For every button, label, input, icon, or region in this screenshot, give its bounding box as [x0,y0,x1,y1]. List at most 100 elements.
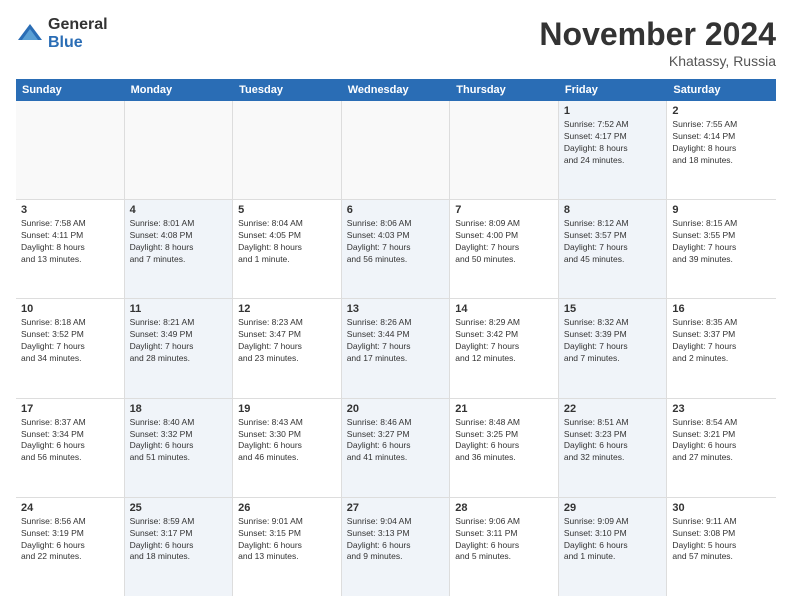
day-info: Sunrise: 8:48 AMSunset: 3:25 PMDaylight:… [455,417,553,465]
calendar-cell: 13 Sunrise: 8:26 AMSunset: 3:44 PMDayligh… [342,299,451,397]
calendar-cell [450,101,559,199]
calendar-week-3: 10Sunrise: 8:18 AMSunset: 3:52 PMDayligh… [16,299,776,398]
day-info: Sunrise: 8:46 AMSunset: 3:27 PMDaylight:… [347,417,445,465]
calendar-cell: 28 Sunrise: 9:06 AMSunset: 3:11 PMDayligh… [450,498,559,596]
calendar-cell: 1Sunrise: 7:52 AMSunset: 4:17 PMDaylight… [559,101,668,199]
calendar-cell: 12Sunrise: 8:23 AMSunset: 3:47 PMDayligh… [233,299,342,397]
logo: General Blue [16,16,108,51]
calendar-cell: 23Sunrise: 8:54 AMSunset: 3:21 PMDayligh… [667,399,776,497]
day-number: 21 [455,403,553,415]
logo-icon [16,20,44,48]
calendar-body: 1Sunrise: 7:52 AMSunset: 4:17 PMDaylight… [16,101,776,596]
calendar-cell: 19 Sunrise: 8:43 AMSunset: 3:30 PMDayligh… [233,399,342,497]
calendar-cell: 18 Sunrise: 8:40 AMSunset: 3:32 PMDayligh… [125,399,234,497]
day-info: Sunrise: 8:23 AMSunset: 3:47 PMDaylight:… [238,317,336,365]
calendar-cell: 26 Sunrise: 9:01 AMSunset: 3:15 PMDayligh… [233,498,342,596]
day-number: 4 [130,204,228,216]
day-info: Sunrise: 8:15 AMSunset: 3:55 PMDaylight:… [672,218,771,266]
calendar-cell: 27 Sunrise: 9:04 AMSunset: 3:13 PMDayligh… [342,498,451,596]
day-info: Sunrise: 9:04 AMSunset: 3:13 PMDaylight:… [347,516,445,564]
calendar-week-5: 24 Sunrise: 8:56 AMSunset: 3:19 PMDayligh… [16,498,776,596]
header-day-friday: Friday [559,79,668,101]
calendar-cell: 17Sunrise: 8:37 AMSunset: 3:34 PMDayligh… [16,399,125,497]
title-section: November 2024 Khatassy, Russia [539,16,776,69]
day-number: 11 [130,303,228,315]
calendar-cell: 9Sunrise: 8:15 AMSunset: 3:55 PMDaylight… [667,200,776,298]
header-day-thursday: Thursday [450,79,559,101]
logo-text: General Blue [48,16,108,51]
day-info: Sunrise: 7:58 AMSunset: 4:11 PMDaylight:… [21,218,119,266]
day-number: 18 [130,403,228,415]
day-number: 15 [564,303,662,315]
day-info: Sunrise: 7:55 AMSunset: 4:14 PMDaylight:… [672,119,771,167]
day-info: Sunrise: 8:59 AMSunset: 3:17 PMDaylight:… [130,516,228,564]
calendar-cell: 8 Sunrise: 8:12 AMSunset: 3:57 PMDaylight… [559,200,668,298]
header-day-wednesday: Wednesday [342,79,451,101]
calendar-cell: 10Sunrise: 8:18 AMSunset: 3:52 PMDayligh… [16,299,125,397]
location: Khatassy, Russia [539,53,776,69]
day-number: 3 [21,204,119,216]
calendar-cell [125,101,234,199]
calendar-cell: 7 Sunrise: 8:09 AMSunset: 4:00 PMDaylight… [450,200,559,298]
day-number: 22 [564,403,662,415]
day-number: 26 [238,502,336,514]
calendar-cell: 3 Sunrise: 7:58 AMSunset: 4:11 PMDaylight… [16,200,125,298]
day-number: 2 [672,105,771,117]
day-number: 23 [672,403,771,415]
day-number: 25 [130,502,228,514]
day-number: 27 [347,502,445,514]
calendar-cell: 25 Sunrise: 8:59 AMSunset: 3:17 PMDayligh… [125,498,234,596]
day-number: 6 [347,204,445,216]
calendar-cell [342,101,451,199]
calendar-cell: 14Sunrise: 8:29 AMSunset: 3:42 PMDayligh… [450,299,559,397]
day-info: Sunrise: 8:09 AMSunset: 4:00 PMDaylight:… [455,218,553,266]
day-info: Sunrise: 8:40 AMSunset: 3:32 PMDaylight:… [130,417,228,465]
day-number: 10 [21,303,119,315]
day-info: Sunrise: 8:06 AMSunset: 4:03 PMDaylight:… [347,218,445,266]
day-number: 8 [564,204,662,216]
calendar-cell: 11 Sunrise: 8:21 AMSunset: 3:49 PMDayligh… [125,299,234,397]
day-number: 24 [21,502,119,514]
day-info: Sunrise: 9:01 AMSunset: 3:15 PMDaylight:… [238,516,336,564]
day-number: 14 [455,303,553,315]
day-number: 29 [564,502,662,514]
day-info: Sunrise: 9:09 AMSunset: 3:10 PMDaylight:… [564,516,662,564]
day-info: Sunrise: 9:11 AMSunset: 3:08 PMDaylight:… [672,516,771,564]
day-info: Sunrise: 8:12 AMSunset: 3:57 PMDaylight:… [564,218,662,266]
header-day-saturday: Saturday [667,79,776,101]
calendar-cell [233,101,342,199]
calendar-week-1: 1Sunrise: 7:52 AMSunset: 4:17 PMDaylight… [16,101,776,200]
calendar: SundayMondayTuesdayWednesdayThursdayFrid… [16,79,776,596]
day-number: 7 [455,204,553,216]
calendar-cell: 24 Sunrise: 8:56 AMSunset: 3:19 PMDayligh… [16,498,125,596]
day-info: Sunrise: 7:52 AMSunset: 4:17 PMDaylight:… [564,119,662,167]
calendar-cell: 21 Sunrise: 8:48 AMSunset: 3:25 PMDayligh… [450,399,559,497]
day-info: Sunrise: 8:26 AMSunset: 3:44 PMDaylight:… [347,317,445,365]
day-info: Sunrise: 8:35 AMSunset: 3:37 PMDaylight:… [672,317,771,365]
day-info: Sunrise: 8:51 AMSunset: 3:23 PMDaylight:… [564,417,662,465]
calendar-cell: 2 Sunrise: 7:55 AMSunset: 4:14 PMDaylight… [667,101,776,199]
calendar-cell: 16Sunrise: 8:35 AMSunset: 3:37 PMDayligh… [667,299,776,397]
day-number: 28 [455,502,553,514]
calendar-week-4: 17Sunrise: 8:37 AMSunset: 3:34 PMDayligh… [16,399,776,498]
day-number: 5 [238,204,336,216]
day-info: Sunrise: 8:37 AMSunset: 3:34 PMDaylight:… [21,417,119,465]
calendar-cell: 20 Sunrise: 8:46 AMSunset: 3:27 PMDayligh… [342,399,451,497]
calendar-cell: 29 Sunrise: 9:09 AMSunset: 3:10 PMDayligh… [559,498,668,596]
day-info: Sunrise: 8:43 AMSunset: 3:30 PMDaylight:… [238,417,336,465]
day-info: Sunrise: 8:56 AMSunset: 3:19 PMDaylight:… [21,516,119,564]
calendar-cell: 30Sunrise: 9:11 AMSunset: 3:08 PMDayligh… [667,498,776,596]
day-info: Sunrise: 8:21 AMSunset: 3:49 PMDaylight:… [130,317,228,365]
month-title: November 2024 [539,16,776,53]
day-number: 19 [238,403,336,415]
day-number: 20 [347,403,445,415]
day-info: Sunrise: 9:06 AMSunset: 3:11 PMDaylight:… [455,516,553,564]
day-number: 13 [347,303,445,315]
calendar-cell: 5 Sunrise: 8:04 AMSunset: 4:05 PMDaylight… [233,200,342,298]
calendar-cell: 6 Sunrise: 8:06 AMSunset: 4:03 PMDaylight… [342,200,451,298]
day-info: Sunrise: 8:32 AMSunset: 3:39 PMDaylight:… [564,317,662,365]
header-day-tuesday: Tuesday [233,79,342,101]
day-info: Sunrise: 8:04 AMSunset: 4:05 PMDaylight:… [238,218,336,266]
day-info: Sunrise: 8:01 AMSunset: 4:08 PMDaylight:… [130,218,228,266]
header: General Blue November 2024 Khatassy, Rus… [16,16,776,69]
